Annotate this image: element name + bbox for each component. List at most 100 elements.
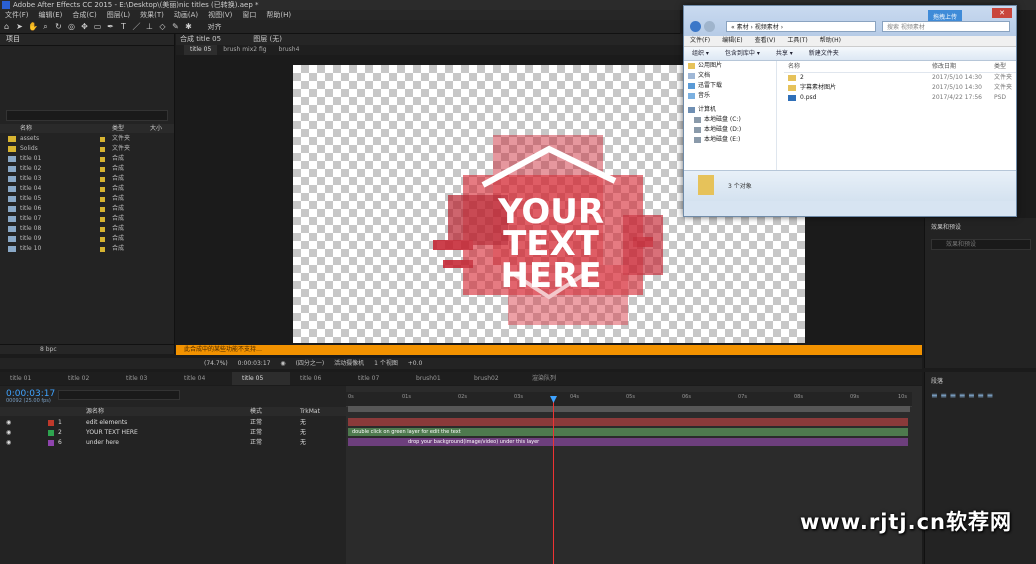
rotate-tool-icon[interactable]: ↻ bbox=[54, 22, 63, 31]
camera-icon[interactable]: ◉ bbox=[276, 358, 289, 369]
timeline-tab[interactable]: brush02 bbox=[464, 372, 522, 385]
file-row[interactable]: 2 2017/5/10 14:30 文件夹 bbox=[784, 73, 1016, 83]
rectangle-tool-icon[interactable]: ▭ bbox=[93, 22, 102, 31]
render-queue-tab[interactable]: 渲染队列 bbox=[522, 372, 580, 385]
layer-mode[interactable]: 正常 bbox=[250, 428, 262, 438]
explorer-search-input[interactable]: 搜索 视频素材 bbox=[882, 21, 1010, 32]
nav-item[interactable]: 公用图片 bbox=[684, 61, 776, 71]
label-swatch[interactable] bbox=[100, 207, 105, 212]
back-icon[interactable] bbox=[690, 21, 701, 32]
menu-help[interactable]: 帮助(H) bbox=[261, 10, 296, 20]
comp-tab[interactable]: 合成 title 05 bbox=[180, 35, 221, 43]
bpc-label[interactable]: 8 bpc bbox=[40, 345, 57, 354]
menu-animation[interactable]: 动画(A) bbox=[169, 10, 203, 20]
snap-label[interactable]: 对齐 bbox=[208, 23, 222, 32]
timeline-tab[interactable]: title 07 bbox=[348, 372, 406, 385]
pan-behind-tool-icon[interactable]: ✥ bbox=[80, 22, 89, 31]
nav-item[interactable]: 计算机 bbox=[684, 105, 776, 115]
col-size[interactable]: 大小 bbox=[150, 124, 162, 133]
effects-search-input[interactable]: 效果和预设 bbox=[931, 239, 1031, 250]
timeline-tab[interactable]: title 06 bbox=[290, 372, 348, 385]
col-trkmat[interactable]: TrkMat bbox=[300, 407, 320, 416]
label-swatch[interactable] bbox=[100, 227, 105, 232]
project-item[interactable]: title 03 合成 bbox=[0, 174, 174, 184]
menu-window[interactable]: 窗口 bbox=[237, 10, 261, 20]
timeline-tab-active[interactable]: title 05 bbox=[232, 372, 290, 385]
camera-tool-icon[interactable]: ◎ bbox=[67, 22, 76, 31]
timeline-search-input[interactable] bbox=[58, 390, 180, 400]
puppet-tool-icon[interactable]: ✱ bbox=[184, 22, 193, 31]
menu-composition[interactable]: 合成(C) bbox=[67, 10, 101, 20]
project-item[interactable]: title 09 合成 bbox=[0, 234, 174, 244]
layer-color-swatch[interactable] bbox=[48, 420, 54, 426]
label-swatch[interactable] bbox=[100, 247, 105, 252]
project-item[interactable]: assets 文件夹 bbox=[0, 134, 174, 144]
col-mode[interactable]: 模式 bbox=[250, 407, 262, 416]
project-item[interactable]: title 01 合成 bbox=[0, 154, 174, 164]
type-tool-icon[interactable]: T bbox=[119, 22, 128, 31]
explorer-menu-tools[interactable]: 工具(T) bbox=[781, 36, 813, 46]
explorer-menu-help[interactable]: 帮助(H) bbox=[814, 36, 847, 46]
label-swatch[interactable] bbox=[100, 167, 105, 172]
label-swatch[interactable] bbox=[100, 147, 105, 152]
file-row[interactable]: 0.psd 2017/4/22 17:56 PSD bbox=[784, 93, 1016, 103]
roto-tool-icon[interactable]: ✎ bbox=[171, 22, 180, 31]
timeline-tab[interactable]: brush01 bbox=[406, 372, 464, 385]
camera-dropdown[interactable]: 活动摄像机 bbox=[330, 358, 368, 369]
new-folder-button[interactable]: 新建文件夹 bbox=[801, 47, 847, 60]
menu-layer[interactable]: 图层(L) bbox=[102, 10, 135, 20]
layer-name[interactable]: edit elements bbox=[86, 418, 127, 428]
breadcrumb-item[interactable]: brush mix2 fig bbox=[217, 45, 272, 55]
col-source-name[interactable]: 源名称 bbox=[86, 407, 104, 416]
menu-file[interactable]: 文件(F) bbox=[0, 10, 34, 20]
brush-tool-icon[interactable]: ／ bbox=[132, 22, 141, 31]
layer-row[interactable]: ◉ 2 YOUR TEXT HERE 正常 无 bbox=[0, 428, 346, 438]
menu-effect[interactable]: 效果(T) bbox=[135, 10, 169, 20]
nav-item[interactable]: 迅雷下载 bbox=[684, 81, 776, 91]
nav-item[interactable]: 文档 bbox=[684, 71, 776, 81]
close-icon[interactable]: ✕ bbox=[992, 8, 1012, 18]
forward-icon[interactable] bbox=[704, 21, 715, 32]
address-bar[interactable]: « 素材 › 视频素材 › bbox=[726, 21, 876, 32]
views-dropdown[interactable]: 1 个视图 bbox=[370, 358, 402, 369]
layer-mode[interactable]: 正常 bbox=[250, 418, 262, 428]
layer-row[interactable]: ◉ 1 edit elements 正常 无 bbox=[0, 418, 346, 428]
layer-color-swatch[interactable] bbox=[48, 430, 54, 436]
menu-view[interactable]: 视图(V) bbox=[203, 10, 237, 20]
layer-row[interactable]: ◉ 6 under here 正常 无 bbox=[0, 438, 346, 448]
eye-icon[interactable]: ◉ bbox=[6, 418, 11, 428]
col-name[interactable]: 名称 bbox=[20, 124, 32, 133]
layer-name[interactable]: YOUR TEXT HERE bbox=[86, 428, 138, 438]
resolution-dropdown[interactable]: (四分之一) bbox=[292, 358, 329, 369]
zoom-tool-icon[interactable]: ⌕ bbox=[41, 22, 50, 31]
label-swatch[interactable] bbox=[100, 177, 105, 182]
col-file-type[interactable]: 类型 bbox=[994, 61, 1006, 72]
time-ruler[interactable]: 0s 01s 02s 03s 04s 05s 06s 07s 08s 09s 1… bbox=[346, 392, 912, 407]
project-item[interactable]: title 02 合成 bbox=[0, 164, 174, 174]
pen-tool-icon[interactable]: ✒ bbox=[106, 22, 115, 31]
timeline-tab[interactable]: title 01 bbox=[0, 372, 58, 385]
label-swatch[interactable] bbox=[100, 217, 105, 222]
nav-item[interactable]: 本地磁盘 (D:) bbox=[684, 125, 776, 135]
hand-tool-icon[interactable]: ✋ bbox=[28, 22, 38, 31]
label-swatch[interactable] bbox=[100, 157, 105, 162]
layer-bar[interactable] bbox=[348, 418, 908, 426]
label-swatch[interactable] bbox=[100, 237, 105, 242]
clone-tool-icon[interactable]: ⊥ bbox=[145, 22, 154, 31]
project-item[interactable]: title 08 合成 bbox=[0, 224, 174, 234]
breadcrumb-item[interactable]: title 05 bbox=[184, 45, 218, 55]
layer-trkmat[interactable]: 无 bbox=[300, 438, 306, 448]
align-buttons[interactable]: ≡ ≡ ≡ ≡ ≡ ≡ ≡ bbox=[925, 389, 1036, 402]
layer-bar[interactable]: double click on green layer for edit the… bbox=[348, 428, 908, 436]
home-tool-icon[interactable]: ⌂ bbox=[2, 22, 11, 31]
label-swatch[interactable] bbox=[100, 197, 105, 202]
explorer-menu-file[interactable]: 文件(F) bbox=[684, 36, 716, 46]
timeline-tab[interactable]: title 03 bbox=[116, 372, 174, 385]
project-item[interactable]: title 05 合成 bbox=[0, 194, 174, 204]
file-row[interactable]: 字幕素材图片 2017/5/10 14:30 文件夹 bbox=[784, 83, 1016, 93]
layer-color-swatch[interactable] bbox=[48, 440, 54, 446]
col-type[interactable]: 类型 bbox=[112, 124, 124, 133]
eye-icon[interactable]: ◉ bbox=[6, 438, 11, 448]
breadcrumb-item[interactable]: brush4 bbox=[273, 45, 306, 55]
label-swatch[interactable] bbox=[100, 137, 105, 142]
